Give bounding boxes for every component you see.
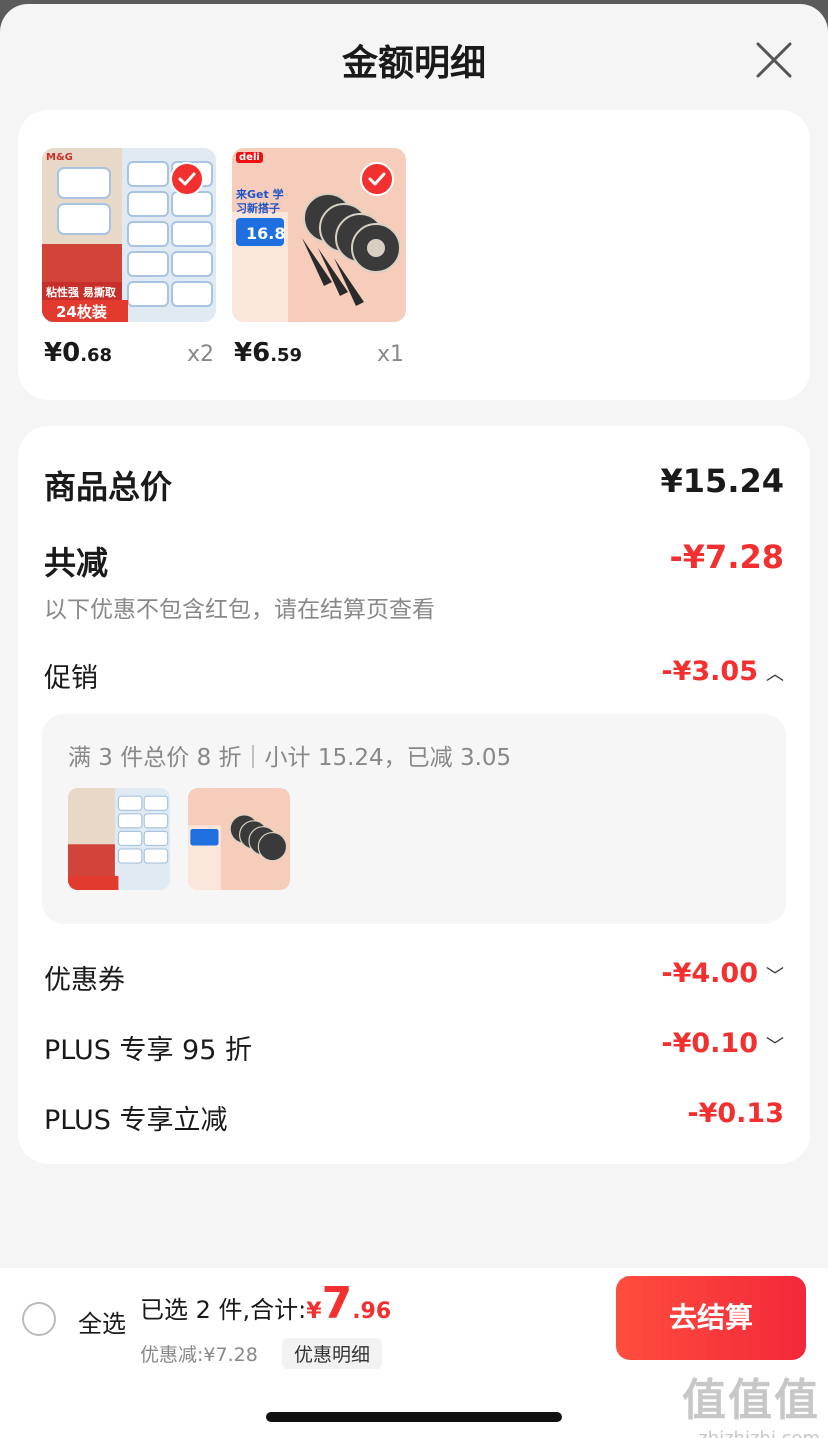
promo-detail-text: 满 3 件总价 8 折｜小计 15.24，已减 3.05 [68, 745, 512, 771]
pluscut-value: -¥0.13 [687, 1098, 784, 1129]
chevron-down-icon: ﹀ [766, 1035, 784, 1057]
checkout-bar: 全选 已选 2 件,合计:¥7.96 优惠减:¥7.28 优惠明细 去结算 值值… [0, 1268, 828, 1438]
plus95-value: -¥0.10 [661, 1028, 758, 1059]
site-watermark: 值值值 zhizhizhi.com [682, 1364, 820, 1438]
chevron-up-icon: ︿ [766, 663, 784, 685]
sheet-title: 金额明细 [341, 43, 486, 84]
reduce-label: 共减 [44, 544, 109, 582]
product-brand: deli [236, 152, 263, 163]
total-decimal: .96 [352, 1299, 392, 1324]
reduce-note: 以下优惠不包含红包，请在结算页查看 [44, 597, 435, 623]
promo-thumb-labels[interactable] [68, 788, 170, 890]
home-indicator[interactable] [266, 1412, 562, 1422]
chevron-down-icon: ﹀ [766, 965, 784, 987]
total-value: ¥15.24 [660, 462, 784, 500]
sheet-header: 金额明细 [0, 4, 828, 108]
selected-count: 已选 2 件,合计: [140, 1296, 307, 1324]
promo-value: -¥3.05 [661, 656, 758, 687]
selected-products-card: M&G 粘性强 易撕取 24枚装 ¥0.68 x2 deli 来Get 学习新搭… [18, 110, 810, 400]
coupon-label: 优惠券 [44, 965, 125, 996]
watermark-site: zhizhizhi.com [682, 1428, 820, 1438]
reduce-value: -¥7.28 [669, 538, 785, 576]
total-currency: ¥ [306, 1299, 322, 1324]
select-all-label[interactable]: 全选 [78, 1304, 126, 1339]
coupon-value: -¥4.00 [661, 958, 758, 989]
product-count-label: 24枚装 [56, 303, 107, 321]
pluscut-label: PLUS 专享立减 [44, 1105, 228, 1136]
product-banner: 粘性强 易撕取 [46, 286, 116, 299]
promo-thumb-tape[interactable] [188, 788, 290, 890]
discount-detail-link[interactable]: 优惠明细 [282, 1338, 383, 1369]
product-promo-price: 16.8 [246, 224, 286, 243]
promo-label: 促销 [44, 663, 98, 694]
product-promo-text: 来Get 学习新搭子 [236, 188, 284, 215]
product-image-labels[interactable]: M&G 粘性强 易撕取 24枚装 [42, 148, 216, 322]
product-price: ¥0.68 [44, 338, 113, 368]
selected-check-icon[interactable] [170, 162, 204, 196]
total-integer: 7 [321, 1278, 353, 1329]
product-price: ¥6.59 [234, 338, 303, 368]
price-breakdown-card: 商品总价 ¥15.24 共减 -¥7.28 以下优惠不包含红包，请在结算页查看 … [18, 426, 810, 1164]
plus95-toggle[interactable]: -¥0.10 ﹀ [661, 1028, 784, 1059]
checkout-button[interactable]: 去结算 [616, 1276, 806, 1360]
select-all-radio[interactable] [22, 1302, 56, 1336]
product-item[interactable]: M&G 粘性强 易撕取 24枚装 ¥0.68 x2 [42, 148, 216, 368]
watermark-logo: 值值值 [682, 1375, 820, 1426]
product-quantity: x2 [186, 342, 214, 367]
product-brand: M&G [46, 152, 73, 163]
savings-text: 优惠减:¥7.28 [140, 1344, 258, 1366]
close-icon[interactable] [754, 40, 794, 80]
coupon-toggle[interactable]: -¥4.00 ﹀ [661, 958, 784, 989]
amount-detail-sheet: 金额明细 M&G 粘性强 易撕取 24枚装 ¥0.68 x2 deli 来Get… [0, 4, 828, 1438]
total-label: 商品总价 [44, 468, 173, 506]
promo-toggle[interactable]: -¥3.05 ︿ [661, 656, 784, 687]
selected-summary: 已选 2 件,合计:¥7.96 [140, 1278, 391, 1329]
product-image-correction-tape[interactable]: deli 来Get 学习新搭子 16.8 [232, 148, 406, 322]
selected-check-icon[interactable] [360, 162, 394, 196]
promo-detail-box: 满 3 件总价 8 折｜小计 15.24，已减 3.05 [42, 714, 786, 924]
product-quantity: x1 [376, 342, 404, 367]
product-item[interactable]: deli 来Get 学习新搭子 16.8 ¥6.59 x1 [232, 148, 406, 368]
plus95-label: PLUS 专享 95 折 [44, 1035, 252, 1066]
